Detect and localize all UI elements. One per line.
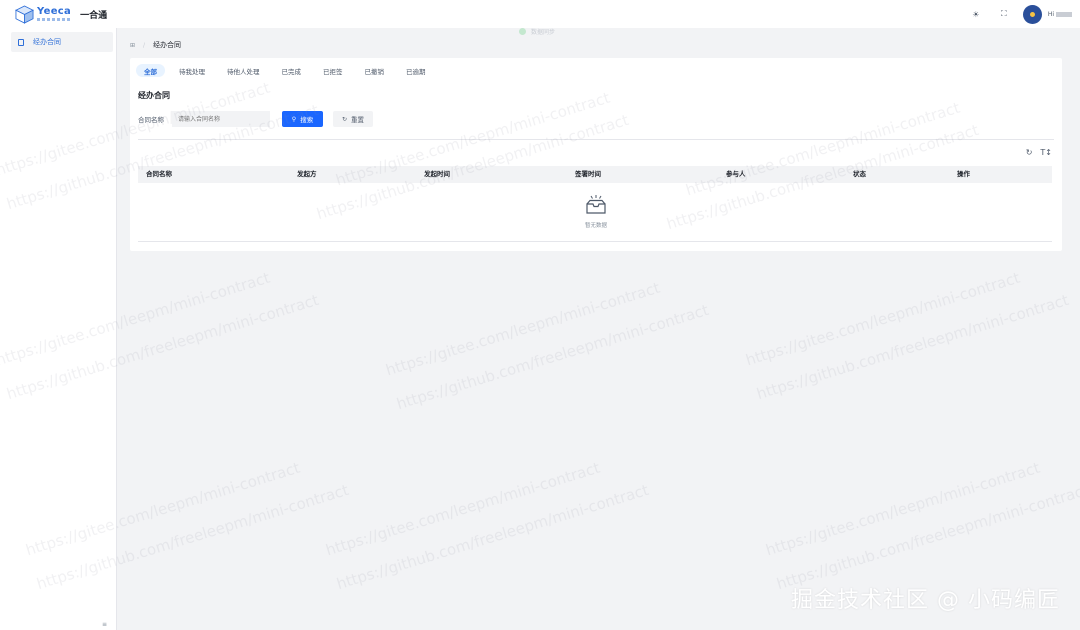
column-header-sign-time: 签署时间: [575, 170, 601, 178]
watermark-text: https://github.com/freeleepm/mini-contra…: [394, 300, 711, 414]
watermark-text: https://gitee.com/leepm/mini-contract: [763, 458, 1043, 560]
watermark-text: https://github.com/freeleepm/mini-contra…: [754, 290, 1071, 404]
breadcrumb-current: 经办合同: [153, 41, 182, 49]
contract-name-label: 合同名称: [138, 116, 164, 124]
filter-form: 合同名称 ⚲ 搜索 ↻ 重置: [138, 111, 373, 127]
column-header-start-time: 发起时间: [424, 170, 450, 178]
status-text: 数据同步: [531, 29, 556, 36]
page-title: 经办合同: [138, 91, 170, 100]
main-card: 全部 待我处理 待他人处理 已完成 已拒签 已撤销 已逾期 经办合同 合同名称 …: [130, 58, 1062, 251]
user-greeting[interactable]: Hi: [1048, 11, 1072, 18]
watermark-text: https://gitee.com/leepm/mini-contract: [383, 278, 663, 380]
table-header: 合同名称 发起方 发起时间 签署时间 参与人 状态 操作: [138, 166, 1052, 183]
greeting-text: Hi: [1047, 10, 1054, 18]
tab-all[interactable]: 全部: [136, 64, 165, 77]
refresh-table-icon[interactable]: ↻: [1026, 148, 1033, 157]
empty-state: 暂无数据: [130, 194, 1062, 229]
logo-cube-icon: [15, 4, 34, 24]
table-tools: ↻ T↕: [1018, 148, 1052, 157]
search-icon: ⚲: [291, 115, 297, 123]
sidebar-item-label: 经办合同: [33, 38, 61, 46]
tab-expired[interactable]: 已逾期: [398, 64, 434, 77]
logo-word: Yeeca: [37, 6, 72, 17]
status-tabs: 全部 待我处理 待他人处理 已完成 已拒签 已撤销 已逾期: [136, 64, 440, 77]
avatar[interactable]: [1022, 4, 1042, 24]
theme-toggle-icon[interactable]: ☀: [969, 10, 983, 19]
reset-button[interactable]: ↻ 重置: [333, 111, 373, 127]
watermark-text: https://gitee.com/leepm/mini-contract: [743, 268, 1023, 370]
reset-button-label: 重置: [351, 116, 365, 124]
logo[interactable]: Yeeca: [15, 4, 72, 24]
column-header-initiator: 发起方: [297, 170, 317, 178]
empty-text: 暂无数据: [584, 223, 607, 229]
divider: [138, 139, 1054, 140]
watermark-text: https://github.com/freeleepm/mini-contra…: [334, 480, 651, 594]
avatar-dot: [1029, 11, 1035, 17]
status-dot-icon: [519, 28, 526, 35]
sync-status: 数据同步: [519, 27, 555, 36]
empty-inbox-icon: [586, 195, 606, 214]
logo-subtext: [37, 18, 71, 21]
app-name: 一合通: [80, 10, 108, 21]
search-button[interactable]: ⚲ 搜索: [282, 111, 323, 127]
column-header-name: 合同名称: [146, 170, 172, 178]
column-header-status: 状态: [853, 170, 866, 178]
tab-pending-others[interactable]: 待他人处理: [219, 64, 268, 77]
table-bottom-line: [138, 241, 1052, 242]
tab-rejected[interactable]: 已拒签: [315, 64, 351, 77]
column-header-participants: 参与人: [726, 170, 746, 178]
tab-completed[interactable]: 已完成: [274, 64, 310, 77]
sidebar-item-contracts[interactable]: 经办合同: [11, 32, 113, 52]
watermark-text: https://gitee.com/leepm/mini-contract: [323, 458, 603, 560]
fullscreen-icon[interactable]: ⛶: [997, 9, 1011, 19]
home-icon[interactable]: ⊞: [130, 42, 135, 49]
refresh-icon: ↻: [341, 115, 348, 123]
search-button-label: 搜索: [300, 116, 314, 124]
top-header: Yeeca 一合通 ☀ ⛶ Hi: [0, 0, 1080, 28]
tab-pending-me[interactable]: 待我处理: [171, 64, 213, 77]
username-blurred: [1056, 11, 1072, 17]
tab-revoked[interactable]: 已撤销: [357, 64, 393, 77]
document-check-icon: [18, 38, 24, 46]
contract-name-input[interactable]: [172, 111, 270, 127]
footer-watermark: 掘金技术社区 @ 小码编匠: [791, 588, 1060, 613]
collapse-menu-icon[interactable]: ≡: [102, 621, 107, 628]
sidebar: 经办合同 ≡: [0, 28, 117, 630]
watermark-text: https://github.com/freeleepm/mini-contra…: [774, 480, 1080, 594]
density-icon[interactable]: T↕: [1040, 148, 1052, 157]
breadcrumb-separator: /: [143, 41, 146, 49]
column-header-actions: 操作: [957, 170, 970, 178]
breadcrumb: ⊞ / 经办合同: [130, 40, 181, 50]
